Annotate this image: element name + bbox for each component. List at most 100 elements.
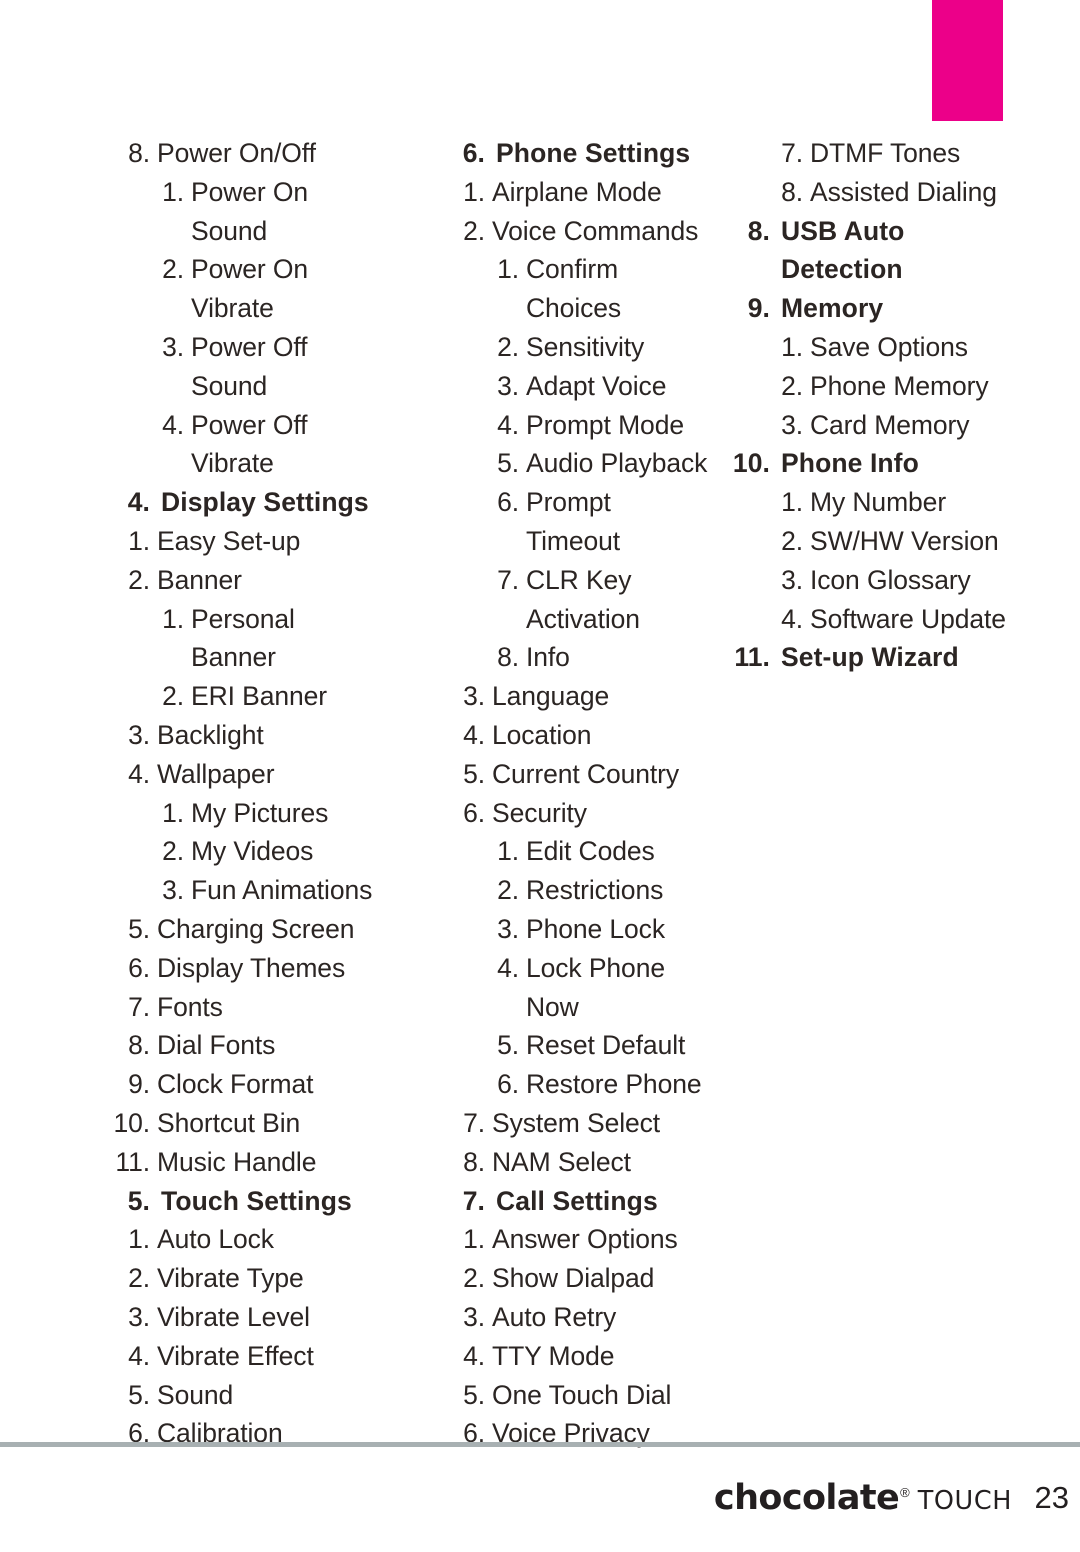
menu-item-label: Vibrate xyxy=(191,293,274,324)
menu-item-number: 5. xyxy=(463,758,485,789)
menu-heading: 5. Touch Settings xyxy=(0,1182,380,1221)
menu-item-number: 11. xyxy=(115,1146,150,1177)
menu-item-label: Power On xyxy=(191,254,309,285)
menu-item: 8. Assisted Dialing xyxy=(615,173,1015,212)
menu-item-number: 5. xyxy=(463,1379,485,1410)
menu-heading: 10. Phone Info xyxy=(615,444,1015,483)
menu-item-label: Display Themes xyxy=(157,952,346,983)
menu-item: 9. Clock Format xyxy=(0,1065,380,1104)
menu-item-label: Set-up Wizard xyxy=(781,642,959,673)
menu-item-number: 4. xyxy=(463,719,485,750)
menu-item-label: Auto Retry xyxy=(492,1301,617,1332)
menu-item-number: 1. xyxy=(497,254,519,285)
menu-item-label: Sound xyxy=(157,1379,234,1410)
menu-item-continuation: Banner xyxy=(0,638,380,677)
menu-item: 1. My Number xyxy=(615,483,1015,522)
menu-item-label: Music Handle xyxy=(157,1146,317,1177)
menu-item-number: 1. xyxy=(162,797,184,828)
menu-item-label: Banner xyxy=(191,642,276,673)
menu-item-number: 3. xyxy=(162,331,184,362)
menu-item-number: 6. xyxy=(128,952,150,983)
menu-item-label: Restore Phone xyxy=(526,1069,702,1100)
menu-item-continuation: Now xyxy=(335,988,715,1027)
menu-item-label: SW/HW Version xyxy=(810,525,999,556)
menu-item: 10. Shortcut Bin xyxy=(0,1104,380,1143)
menu-item-label: Memory xyxy=(781,293,884,324)
menu-item-number: 7. xyxy=(497,564,519,595)
menu-item-number: 3. xyxy=(781,409,803,440)
menu-item: 6. Voice Privacy xyxy=(335,1414,715,1453)
menu-item-number: 1. xyxy=(128,1224,150,1255)
brand-name: chocolate xyxy=(713,1478,900,1518)
menu-item-number: 5. xyxy=(497,1030,519,1061)
menu-item: 1. Easy Set-up xyxy=(0,522,380,561)
menu-item: 1. Power On xyxy=(0,173,380,212)
menu-item: 1. My Pictures xyxy=(0,794,380,833)
menu-item-label: TTY Mode xyxy=(492,1340,615,1371)
menu-item: 5. Current Country xyxy=(335,755,715,794)
menu-item-number: 1. xyxy=(128,525,150,556)
menu-column-1: 8. Power On/Off 1. Power On Sound 2. Power On V… xyxy=(0,134,380,1453)
menu-item-number: 8. xyxy=(128,1030,150,1061)
menu-item-label: Vibrate Level xyxy=(157,1301,310,1332)
menu-item: 2. Banner xyxy=(0,561,380,600)
menu-item: 3. Icon Glossary xyxy=(615,561,1015,600)
menu-item: 6. Calibration xyxy=(0,1414,380,1453)
menu-item-number: 3. xyxy=(497,913,519,944)
menu-item-number: 1. xyxy=(497,836,519,867)
menu-item-number: 6. xyxy=(497,487,519,518)
menu-item: 4. Wallpaper xyxy=(0,755,380,794)
menu-item-number: 9. xyxy=(747,293,770,324)
menu-item: 2. Restrictions xyxy=(335,871,715,910)
menu-item-number: 2. xyxy=(463,215,485,246)
menu-item: 1. Edit Codes xyxy=(335,832,715,871)
menu-column-3: 7. DTMF Tones 8. Assisted Dialing 8. USB Auto… xyxy=(615,134,1015,677)
menu-item: 8. Dial Fonts xyxy=(0,1026,380,1065)
menu-item-label: Location xyxy=(492,719,592,750)
menu-item-label: Personal xyxy=(191,603,295,634)
menu-tree: 8. Power On/Off 1. Power On Sound 2. Power On V… xyxy=(0,0,1080,1448)
menu-item: 3. Vibrate Level xyxy=(0,1298,380,1337)
menu-item-label: Prompt xyxy=(526,487,611,518)
menu-item-label: Fonts xyxy=(157,991,223,1022)
menu-item: 8. NAM Select xyxy=(335,1143,715,1182)
menu-item-label: Sound xyxy=(191,370,268,401)
menu-item-number: 1. xyxy=(781,487,803,518)
menu-item-number: 4. xyxy=(128,758,150,789)
menu-item-number: 4. xyxy=(463,1340,485,1371)
menu-item-label: My Number xyxy=(810,487,947,518)
menu-item-number: 3. xyxy=(162,875,184,906)
menu-item-label: Dial Fonts xyxy=(157,1030,276,1061)
menu-item: 1. Answer Options xyxy=(335,1220,715,1259)
menu-item-label: Assisted Dialing xyxy=(810,176,997,207)
menu-item-continuation: Sound xyxy=(0,212,380,251)
menu-item-label: Easy Set-up xyxy=(157,525,301,556)
menu-item-number: 3. xyxy=(128,719,150,750)
menu-item-number: 6. xyxy=(128,1418,150,1449)
menu-item-number: 2. xyxy=(497,331,519,362)
menu-heading: 4. Display Settings xyxy=(0,483,380,522)
menu-item-label: Clock Format xyxy=(157,1069,314,1100)
menu-item: 1. Personal xyxy=(0,600,380,639)
menu-item-number: 4. xyxy=(781,603,803,634)
menu-item: 3. Card Memory xyxy=(615,406,1015,445)
menu-item-number: 5. xyxy=(128,913,150,944)
menu-item-label: Confirm xyxy=(526,254,619,285)
menu-item-label: Sound xyxy=(191,215,268,246)
menu-item-number: 4. xyxy=(127,487,150,518)
menu-item-label: Touch Settings xyxy=(161,1185,352,1216)
menu-item-label: Language xyxy=(492,681,610,712)
menu-item-continuation: Vibrate xyxy=(0,289,380,328)
menu-item-label: Calibration xyxy=(157,1418,283,1449)
menu-item-number: 2. xyxy=(128,1263,150,1294)
menu-heading: 7. Call Settings xyxy=(335,1182,715,1221)
menu-item-label: Power On/Off xyxy=(157,138,316,168)
menu-item: 4. Location xyxy=(335,716,715,755)
menu-item-label: Save Options xyxy=(810,331,968,362)
menu-item-label: Now xyxy=(526,991,579,1022)
menu-item-label: Card Memory xyxy=(810,409,970,440)
menu-item-number: 2. xyxy=(463,1263,485,1294)
menu-item-continuation: Sound xyxy=(0,367,380,406)
menu-item: 3. Fun Animations xyxy=(0,871,380,910)
menu-item-label: Vibrate Effect xyxy=(157,1340,314,1371)
